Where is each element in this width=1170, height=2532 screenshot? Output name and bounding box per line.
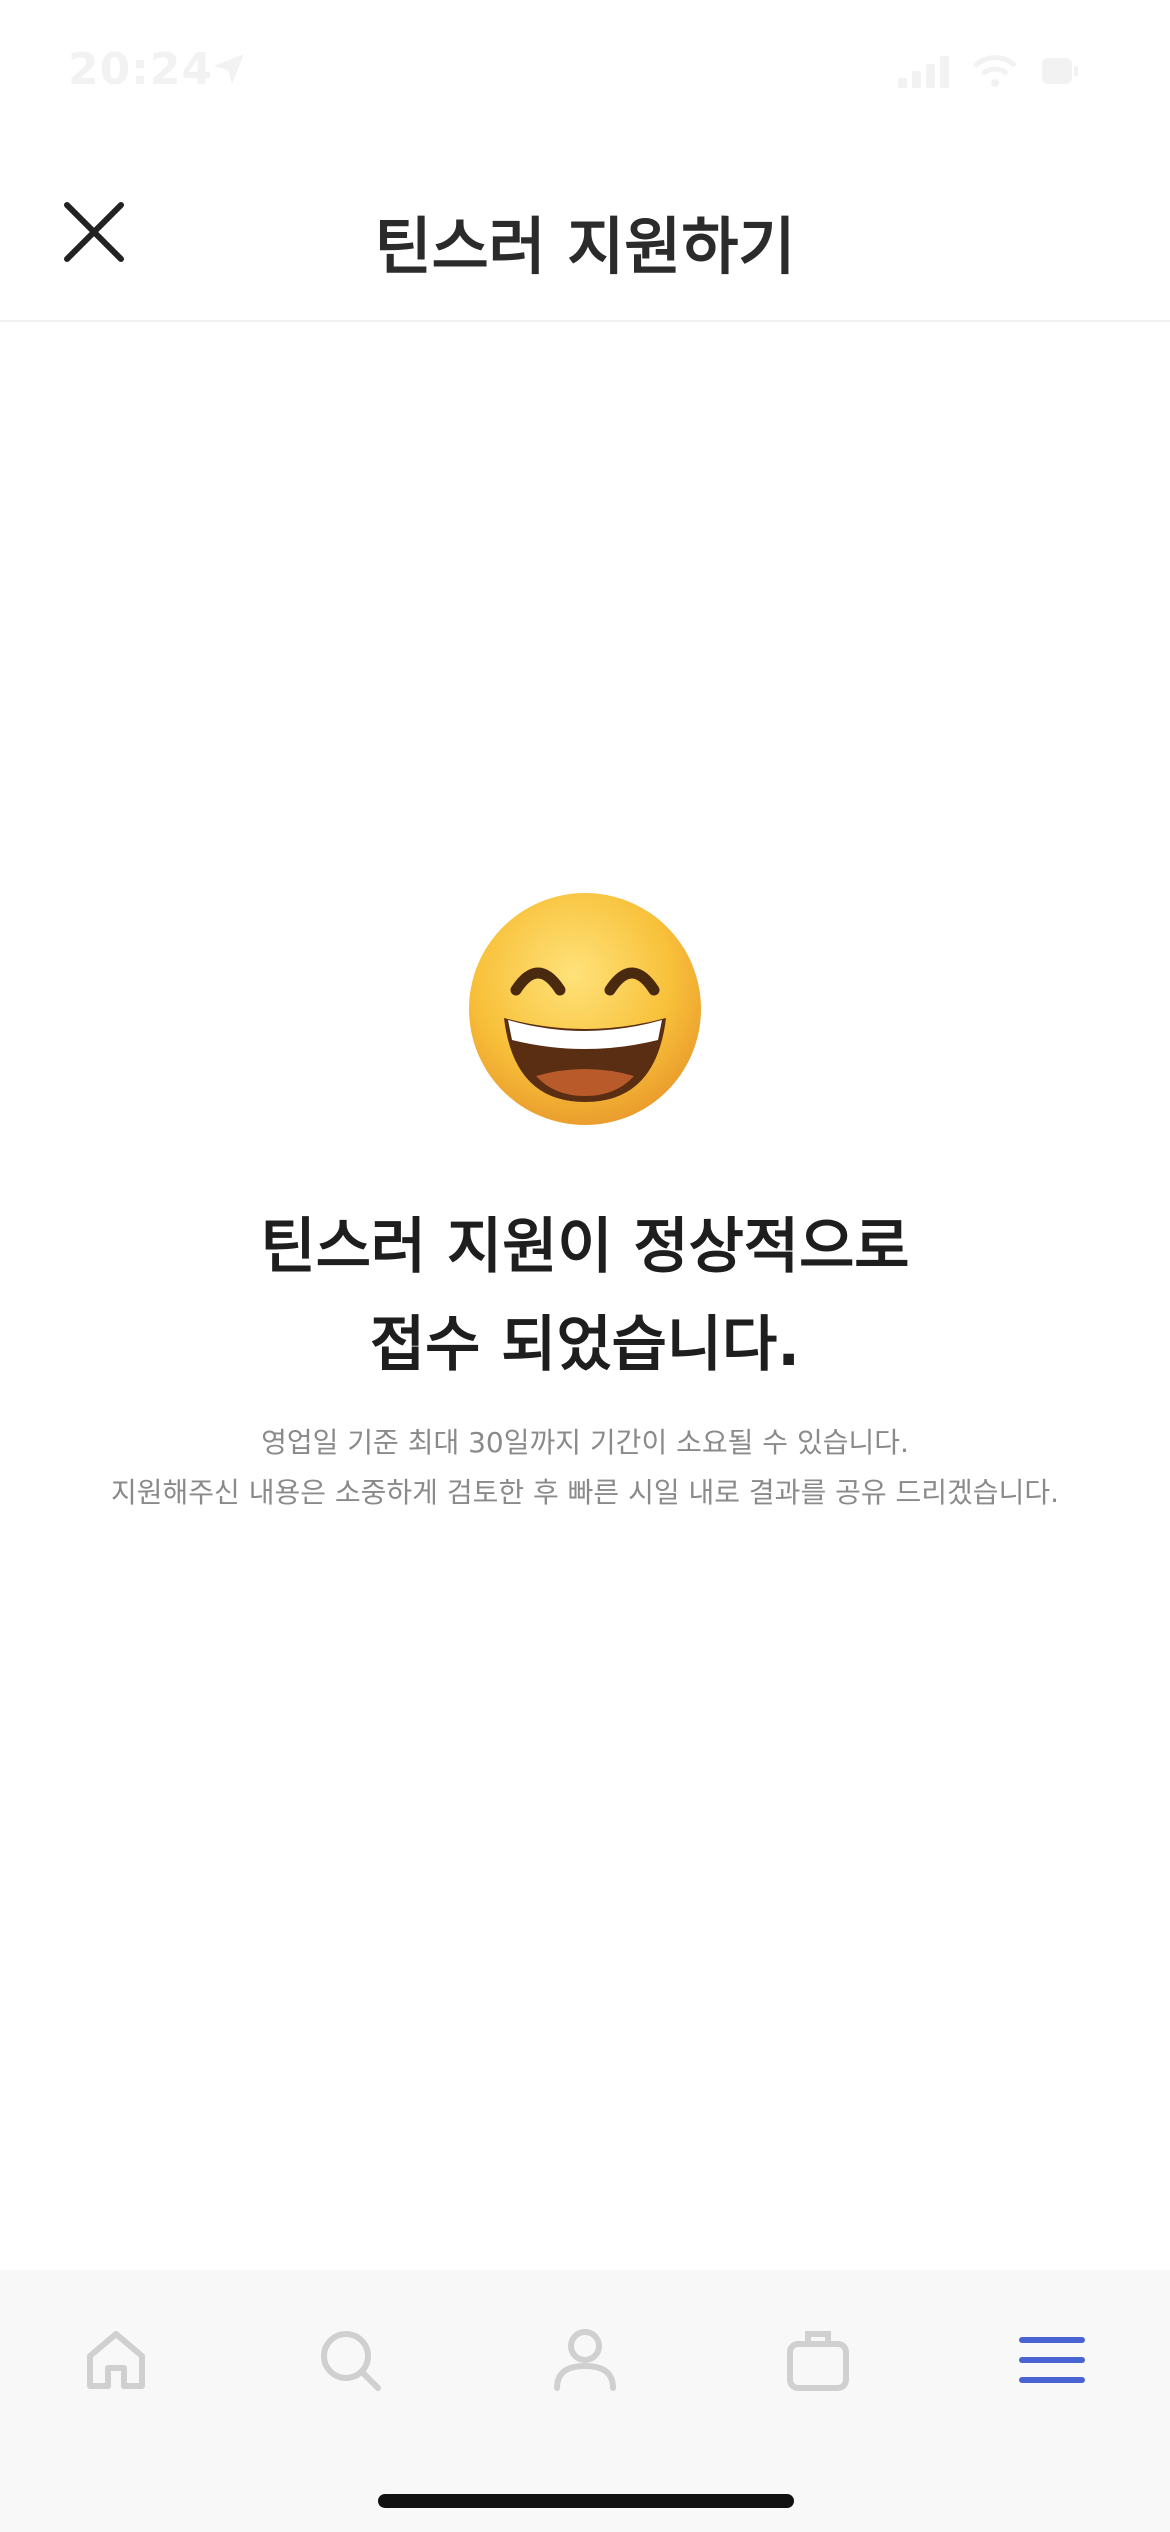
page-title: 틴스러 지원하기 xyxy=(374,210,796,283)
application-complete-screen: 20:24 틴스러 지원하기 틴스러 지원이 정상적으로 접수 되었습니다. 영… xyxy=(0,0,1170,2532)
grinning-face-icon xyxy=(466,890,704,1128)
signal-icon xyxy=(898,56,949,88)
status-bar: 20:24 xyxy=(0,0,1170,140)
success-message-line2: 접수 되었습니다. xyxy=(369,1310,801,1380)
tab-menu[interactable] xyxy=(1002,2310,1102,2410)
profile-icon xyxy=(554,2329,616,2391)
success-message-line1: 틴스러 지원이 정상적으로 xyxy=(260,1212,910,1282)
battery-icon xyxy=(1042,58,1078,84)
header: 틴스러 지원하기 xyxy=(0,140,1170,322)
search-icon xyxy=(321,2331,381,2391)
tab-profile[interactable] xyxy=(535,2310,635,2410)
bottom-tab-bar xyxy=(0,2270,1170,2532)
success-message: 틴스러 지원이 정상적으로 접수 되었습니다. xyxy=(0,1198,1170,1394)
info-message-line1: 영업일 기준 최대 30일까지 기간이 소요될 수 있습니다. xyxy=(261,1426,909,1459)
info-message: 영업일 기준 최대 30일까지 기간이 소요될 수 있습니다. 지원해주신 내용… xyxy=(0,1418,1170,1518)
home-icon xyxy=(87,2331,145,2389)
briefcase-icon xyxy=(787,2331,849,2391)
status-icons xyxy=(898,54,1080,88)
info-message-line2: 지원해주신 내용은 소중하게 검토한 후 빠른 시일 내로 결과를 공유 드리겠… xyxy=(111,1476,1059,1509)
home-indicator[interactable] xyxy=(378,2494,794,2508)
tab-search[interactable] xyxy=(300,2310,400,2410)
tab-briefcase[interactable] xyxy=(768,2310,868,2410)
location-arrow-icon xyxy=(214,54,244,84)
tab-home[interactable] xyxy=(66,2310,166,2410)
status-time: 20:24 xyxy=(68,44,214,95)
wifi-icon xyxy=(973,55,1017,87)
menu-icon xyxy=(1019,2337,1085,2383)
